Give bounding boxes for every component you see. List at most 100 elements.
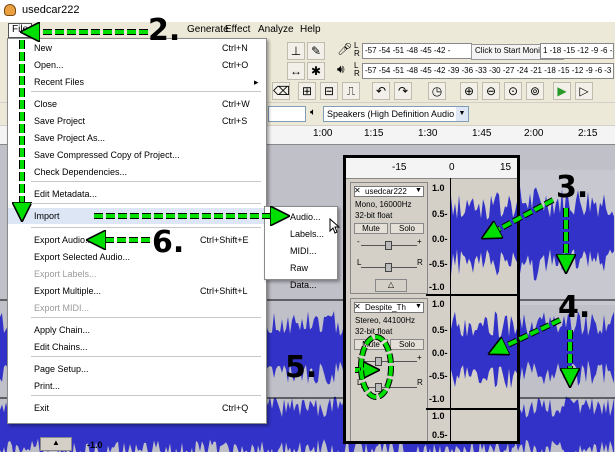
file-menu-item-check-dependencies[interactable]: Check Dependencies... — [8, 164, 266, 180]
zoom-tool[interactable]: ⊥ — [287, 42, 305, 60]
track2-rate: Stereo, 44100Hz — [355, 316, 416, 325]
scale-label: -1.0 — [429, 394, 445, 404]
chevron-down-icon[interactable]: ▼ — [415, 187, 422, 194]
play-at-speed-icon[interactable]: ▷ — [575, 82, 593, 100]
track1-collapse-button[interactable]: △ — [375, 279, 407, 292]
track1-gain-slider[interactable] — [385, 241, 392, 250]
toolbar-button-a[interactable]: ⌫ — [272, 82, 290, 100]
file-menu-item-print[interactable]: Print... — [8, 378, 266, 394]
fit-project-icon[interactable]: ⊚ — [526, 82, 544, 100]
redo-button[interactable]: ↷ — [394, 82, 412, 100]
track1-name-button[interactable]: usedcar222 — [354, 186, 424, 197]
speaker-meter-icon[interactable]: 🔊︎ — [337, 62, 345, 77]
track2-pan-track — [361, 387, 417, 388]
undo-button[interactable]: ↶ — [372, 82, 390, 100]
mic-icon[interactable]: 🎤︎ — [337, 42, 352, 56]
menu-item-label: Print... — [34, 381, 61, 391]
menu-separator — [31, 356, 261, 357]
track1-mute-button[interactable]: Mute — [354, 223, 388, 234]
file-menu-item-save-project[interactable]: Save Project Ctrl+S — [8, 113, 266, 129]
submenu-midi[interactable]: MIDI... — [265, 243, 337, 260]
menu-item-label: Export MIDI... — [34, 303, 90, 313]
file-menu-item-export-selected-audio[interactable]: Export Selected Audio... — [8, 249, 266, 265]
file-menu-item-export-midi[interactable]: Export MIDI... — [8, 300, 266, 316]
submenu-labels[interactable]: Labels... — [265, 226, 337, 243]
file-menu-item-page-setup[interactable]: Page Setup... — [8, 361, 266, 377]
main-scale-bottom: -1.0 — [87, 440, 103, 450]
track1-solo-button[interactable]: Solo — [390, 223, 424, 234]
scale-label: 0.5- — [432, 209, 448, 219]
file-menu-item-export-labels[interactable]: Export Labels... — [8, 266, 266, 282]
track2-pan-slider[interactable] — [375, 383, 382, 392]
file-menu-item-close[interactable]: Close Ctrl+W — [8, 96, 266, 112]
menu-effect[interactable]: Effect — [222, 24, 253, 35]
submenu-arrow-icon: ▸ — [254, 211, 259, 221]
file-menu-item-export-audio[interactable]: Export Audio... Ctrl+Shift+E — [8, 232, 266, 248]
submenu-raw-data[interactable]: Raw Data... — [265, 260, 337, 290]
menu-item-label: Check Dependencies... — [34, 167, 128, 177]
menu-item-label: Exit — [34, 403, 50, 413]
submenu-arrow-icon: ▸ — [254, 77, 259, 87]
file-menu-item-export-multiple[interactable]: Export Multiple... Ctrl+Shift+L — [8, 283, 266, 299]
file-menu-item-save-project-as[interactable]: Save Project As... — [8, 130, 266, 146]
track2-control-panel[interactable]: ✕ Despite_Th ▼ Stereo, 44100Hz 32-bit fl… — [350, 298, 428, 441]
file-menu-item-new[interactable]: New Ctrl+N — [8, 40, 266, 56]
file-menu-item-recent-files[interactable]: Recent Files ▸ — [8, 74, 266, 90]
scale-label: 0.5- — [432, 430, 448, 440]
track1-control-panel[interactable]: ✕ usedcar222 ▼ Mono, 16000Hz 32-bit floa… — [350, 182, 428, 294]
menu-item-label: Export Audio... — [34, 235, 93, 245]
file-menu-item-import[interactable]: Import ▸ — [8, 208, 266, 224]
dropdown-arrow-icon[interactable]: ▼ — [456, 107, 468, 121]
timeshift-tool[interactable]: ↔ — [287, 62, 305, 80]
track-divider — [426, 294, 517, 296]
menu-file[interactable]: File — [8, 23, 33, 38]
zoom-out-icon[interactable]: ⊖ — [482, 82, 500, 100]
chevron-down-icon[interactable]: ▼ — [415, 303, 422, 310]
inset-waveform — [451, 192, 517, 389]
file-menu-item-open[interactable]: Open... Ctrl+O — [8, 57, 266, 73]
toolbar-button-b[interactable]: ⊞ — [298, 82, 316, 100]
track2-solo-button[interactable]: Solo — [390, 339, 424, 350]
track2-mute-button[interactable]: Mute — [354, 339, 388, 350]
play-icon[interactable]: ▶ — [553, 82, 571, 100]
draw-tool[interactable]: ✎ — [307, 42, 325, 60]
timeline-tick: 1:15 — [364, 128, 384, 139]
toolbar-button-c[interactable]: ⊟ — [320, 82, 338, 100]
menu-item-label: Export Multiple... — [34, 286, 102, 296]
timer-icon[interactable]: ◷ — [428, 82, 446, 100]
toolbar-button-d[interactable]: ⎍ — [342, 82, 360, 100]
record-meter-scale-right[interactable]: 1 -18 -15 -12 -9 -6 -3 0 — [540, 43, 614, 59]
menu-item-label: Edit Chains... — [34, 342, 88, 352]
close-icon[interactable]: ✕ — [354, 302, 361, 311]
track1-pan-slider[interactable] — [385, 263, 392, 272]
callout-3: 3. — [556, 170, 589, 205]
file-menu-item-edit-metadata[interactable]: Edit Metadata... — [8, 186, 266, 202]
track2-name-button[interactable]: Despite_Th — [354, 302, 424, 313]
file-menu-item-apply-chain[interactable]: Apply Chain... — [8, 322, 266, 338]
output-device-select[interactable]: Speakers (High Definition Audio — [323, 106, 469, 122]
scale-label: 1.0 — [432, 183, 445, 193]
multi-tool[interactable]: ✱ — [307, 62, 325, 80]
menu-separator — [31, 181, 261, 182]
track-expand-button[interactable]: ▲ — [40, 437, 72, 451]
timeline-tick: 2:00 — [524, 128, 544, 139]
playmeter-r-label: R — [354, 69, 360, 78]
file-menu-item-edit-chains[interactable]: Edit Chains... — [8, 339, 266, 355]
file-menu-item-save-compressed-copy-of-project[interactable]: Save Compressed Copy of Project... — [8, 147, 266, 163]
file-menu-item-exit[interactable]: Exit Ctrl+Q — [8, 400, 266, 416]
menu-help[interactable]: Help — [297, 24, 324, 35]
fit-selection-icon[interactable]: ⊙ — [504, 82, 522, 100]
track1-rate: Mono, 16000Hz — [355, 200, 412, 209]
input-device-select[interactable] — [268, 106, 306, 122]
gain-minus-label: - — [357, 353, 360, 362]
inset-ruler-tick: -15 — [392, 162, 407, 173]
submenu-audio[interactable]: Audio... — [265, 209, 337, 226]
zoom-icon[interactable]: ⊕ — [460, 82, 478, 100]
menu-analyze[interactable]: Analyze — [255, 24, 297, 35]
menu-item-shortcut: Ctrl+O — [222, 60, 249, 70]
record-meter-scale-left[interactable]: -57 -54 -51 -48 -45 -42 - — [362, 43, 472, 59]
play-meter-scale[interactable]: -57 -54 -51 -48 -45 -42 -39 -36 -33 -30 … — [362, 63, 614, 79]
menu-item-label: Edit Metadata... — [34, 189, 98, 199]
track2-gain-slider[interactable] — [375, 357, 382, 366]
close-icon[interactable]: ✕ — [354, 186, 361, 195]
